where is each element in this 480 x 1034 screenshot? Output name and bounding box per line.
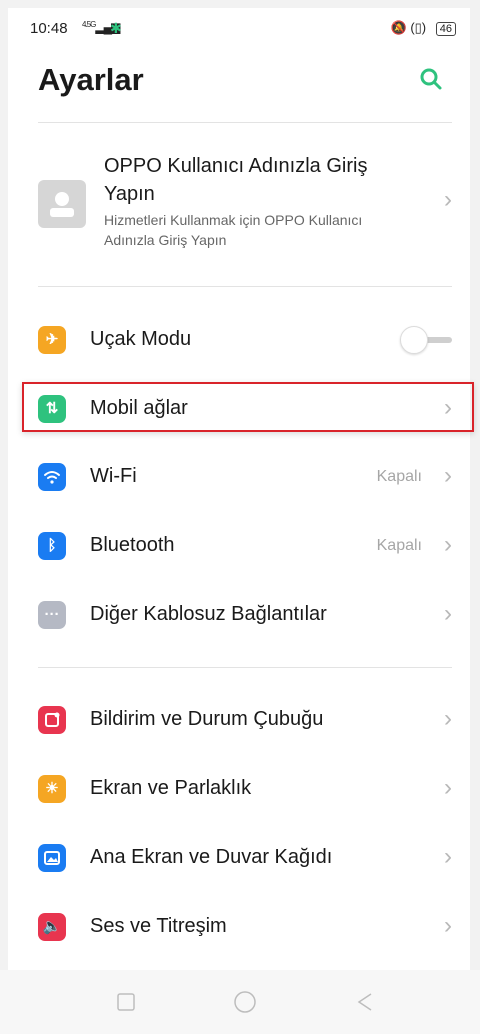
divider [38, 286, 452, 287]
status-right: 🔕 (▯) 46 [390, 20, 456, 36]
back-button[interactable] [355, 992, 375, 1012]
wallpaper-glyph [44, 851, 60, 865]
bluetooth-icon: ᛒ [38, 532, 66, 560]
settings-item-label: Ekran ve Parlaklık [90, 777, 252, 799]
settings-item-label: Diğer Kablosuz Bağlantılar [90, 603, 327, 625]
chevron-right-icon: › [444, 462, 452, 489]
screen-frame-left [0, 0, 8, 1034]
divider [38, 122, 452, 123]
chevron-right-icon: › [444, 912, 452, 939]
wallpaper-icon [38, 844, 66, 872]
airplane-icon: ✈ [38, 326, 66, 354]
settings-item-airplane[interactable]: ✈ Uçak Modu [38, 310, 458, 370]
chevron-right-icon: › [444, 774, 452, 801]
settings-item-notification[interactable]: Bildirim ve Durum Çubuğu › [38, 690, 458, 750]
settings-item-label: Bluetooth [90, 534, 175, 556]
bluetooth-status: Kapalı [376, 537, 422, 554]
divider [38, 667, 452, 668]
toggle-knob [400, 326, 428, 354]
settings-item-home-wallpaper[interactable]: Ana Ekran ve Duvar Kağıdı › [38, 828, 458, 888]
settings-item-label: Bildirim ve Durum Çubuğu [90, 708, 324, 730]
more-icon: ··· [38, 601, 66, 629]
settings-item-label: Uçak Modu [90, 328, 192, 350]
settings-item-wifi[interactable]: Wi-Fi Kapalı › [38, 447, 458, 507]
brightness-icon: ☀ [38, 775, 66, 803]
status-time: 10:48 [30, 20, 68, 37]
page-title: Ayarlar [38, 62, 144, 97]
wifi-status: Kapalı [376, 468, 422, 485]
recents-button[interactable] [116, 992, 136, 1012]
home-button[interactable] [233, 990, 257, 1014]
highlight-box [22, 382, 474, 432]
user-icon [50, 192, 74, 217]
chevron-right-icon: › [444, 600, 452, 627]
account-title: OPPO Kullanıcı Adınızla Giriş Yapın [104, 155, 368, 205]
app-notification-icon: ✱ [110, 20, 122, 36]
screen-frame-top [0, 0, 480, 8]
avatar [38, 180, 86, 228]
airplane-mode-toggle[interactable] [400, 326, 452, 354]
sound-icon: 🔈 [38, 913, 66, 941]
mute-icon: 🔕 [390, 20, 407, 35]
battery-icon: 46 [435, 22, 456, 36]
notification-glyph [45, 712, 60, 727]
settings-item-label: Wi-Fi [90, 465, 137, 487]
account-subtitle: Hizmetleri Kullanmak için OPPO Kullanıcı… [104, 212, 363, 248]
network-type: 4.5G [82, 20, 96, 29]
settings-item-other-wireless[interactable]: ··· Diğer Kablosuz Bağlantılar › [38, 585, 458, 645]
wifi-icon [38, 463, 66, 491]
wifi-glyph [44, 471, 60, 484]
chevron-right-icon: › [444, 531, 452, 558]
chevron-right-icon: › [444, 705, 452, 732]
screen-frame-right [470, 0, 480, 1034]
settings-item-display[interactable]: ☀ Ekran ve Parlaklık › [38, 759, 458, 819]
notification-icon [38, 706, 66, 734]
chevron-right-icon: › [444, 843, 452, 870]
account-login-row[interactable]: OPPO Kullanıcı Adınızla Giriş Yapın Hizm… [38, 146, 458, 266]
settings-item-sound[interactable]: 🔈 Ses ve Titreşim › [38, 897, 458, 957]
search-icon[interactable] [418, 66, 444, 92]
vibrate-icon: (▯) [410, 20, 427, 35]
settings-item-bluetooth[interactable]: ᛒ Bluetooth Kapalı › [38, 516, 458, 576]
settings-item-label: Ses ve Titreşim [90, 915, 227, 937]
status-bar: 10:48 4.5G▂▄▆ ✱ 🔕 (▯) 46 [30, 18, 456, 42]
settings-item-label: Ana Ekran ve Duvar Kağıdı [90, 846, 333, 868]
chevron-right-icon: › [444, 186, 452, 213]
navigation-bar [0, 970, 480, 1034]
